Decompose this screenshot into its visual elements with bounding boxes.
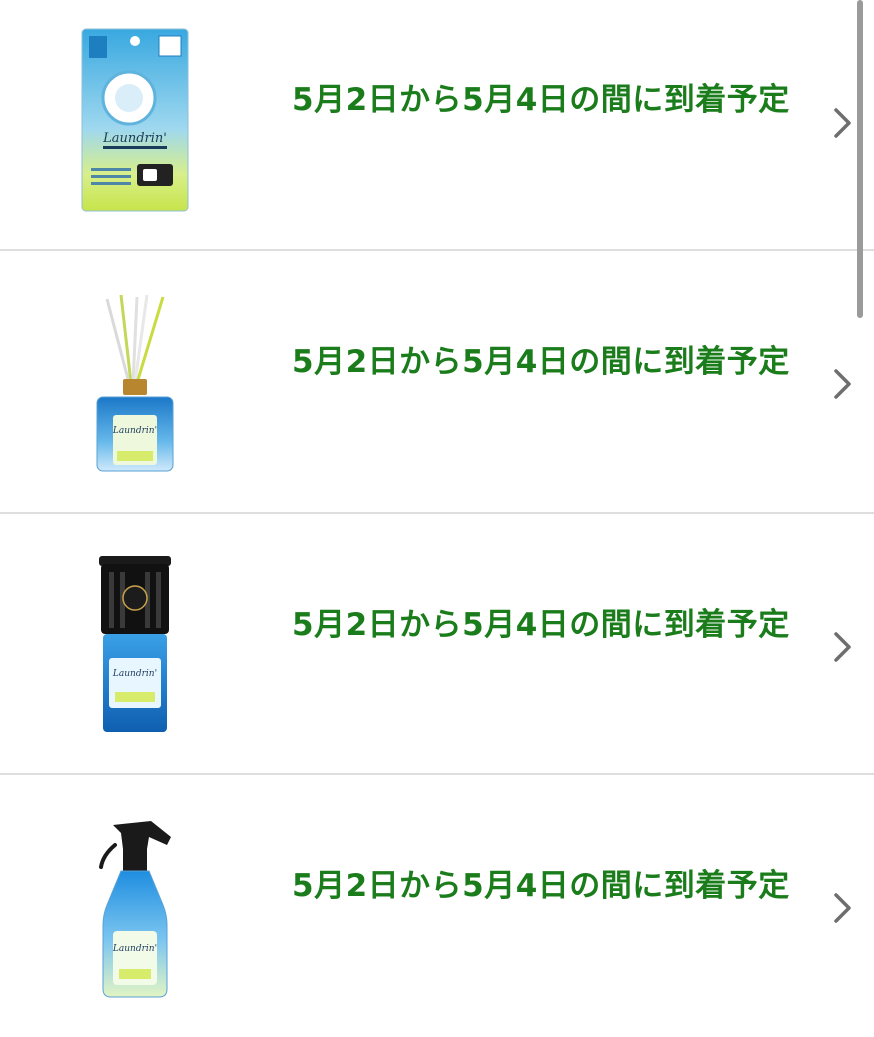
chevron-right-icon [830, 630, 856, 664]
chevron-right-icon [830, 891, 856, 925]
svg-text:Laundrin': Laundrin' [112, 944, 157, 954]
svg-text:Laundrin': Laundrin' [102, 131, 167, 146]
order-item-list: Laundrin' 5月2日から5月4日の間に到着予定 Laundrin' 5月… [0, 0, 874, 1024]
delivery-estimate: 5月2日から5月4日の間に到着予定 [292, 607, 790, 643]
chevron-right-icon [830, 106, 856, 140]
list-item[interactable]: Laundrin' 5月2日から5月4日の間に到着予定 [0, 775, 874, 1037]
room-fragrance-canister-icon: Laundrin' [60, 554, 210, 736]
list-item[interactable]: Laundrin' 5月2日から5月4日の間に到着予定 [0, 0, 874, 262]
delivery-estimate: 5月2日から5月4日の間に到着予定 [292, 82, 790, 118]
vertical-scrollbar[interactable] [857, 0, 863, 318]
delivery-estimate: 5月2日から5月4日の間に到着予定 [292, 344, 790, 380]
reed-diffuser-bottle-icon: Laundrin' [60, 293, 210, 473]
air-freshener-clip-package-icon: Laundrin' [60, 28, 210, 212]
list-item[interactable]: Laundrin' 5月2日から5月4日の間に到着予定 [0, 514, 874, 776]
chevron-right-icon [830, 367, 856, 401]
svg-text:Laundrin': Laundrin' [112, 669, 157, 679]
list-item[interactable]: Laundrin' 5月2日から5月4日の間に到着予定 [0, 251, 874, 513]
svg-text:Laundrin': Laundrin' [112, 426, 157, 436]
delivery-estimate: 5月2日から5月4日の間に到着予定 [292, 868, 790, 904]
fabric-mist-spray-bottle-icon: Laundrin' [60, 815, 210, 999]
